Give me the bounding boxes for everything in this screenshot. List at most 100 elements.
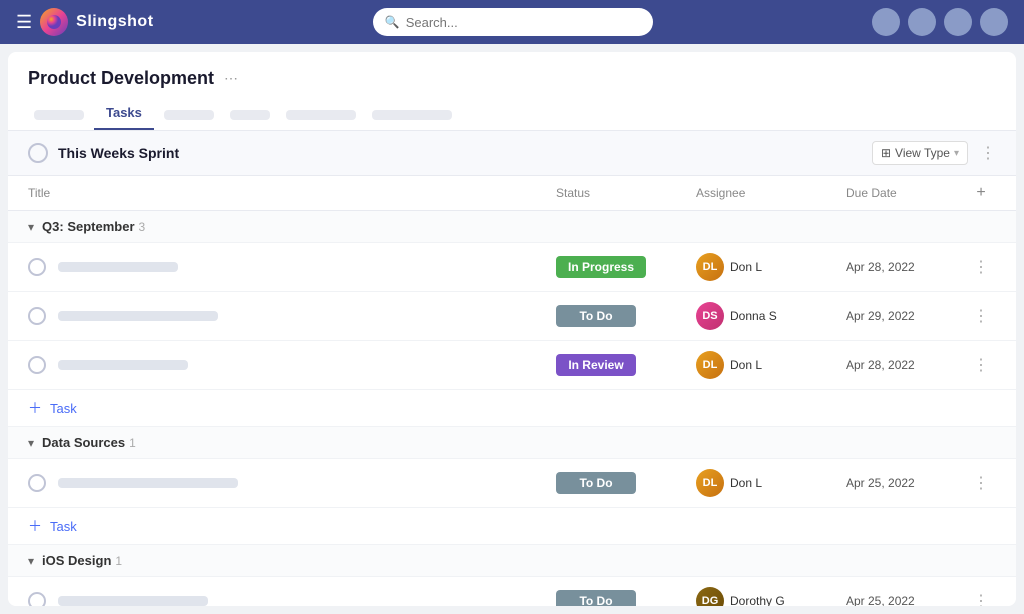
add-task-label: Task bbox=[50, 401, 77, 416]
due-date-cell: Apr 28, 2022 bbox=[846, 260, 966, 274]
task-title-area bbox=[58, 262, 556, 272]
due-date-cell: Apr 25, 2022 bbox=[846, 476, 966, 490]
task-checkbox[interactable] bbox=[28, 474, 46, 492]
avatar: DL bbox=[696, 351, 724, 379]
task-checkbox[interactable] bbox=[28, 307, 46, 325]
status-badge: To Do bbox=[556, 590, 636, 606]
nav-avatar-2[interactable] bbox=[908, 8, 936, 36]
table-row: To Do DG Dorothy G Apr 25, 2022 ⋮ bbox=[8, 577, 1016, 606]
task-checkbox[interactable] bbox=[28, 356, 46, 374]
task-title-area bbox=[58, 360, 556, 370]
tab-placeholder-4 bbox=[286, 110, 356, 120]
task-title-placeholder bbox=[58, 596, 208, 606]
main-content: Product Development ⋯ Tasks This Weeks S… bbox=[8, 52, 1016, 606]
col-title-label: Title bbox=[28, 186, 50, 200]
assignee-cell: DL Don L bbox=[696, 253, 846, 281]
add-task-row-2[interactable]: ＋ Task bbox=[8, 508, 1016, 545]
topnav-right-icons bbox=[872, 8, 1008, 36]
row-actions: ⋮ bbox=[966, 306, 996, 326]
status-cell: To Do bbox=[556, 305, 696, 327]
add-column-button[interactable]: + bbox=[976, 184, 985, 202]
assignee-name: Don L bbox=[730, 260, 762, 274]
due-date-cell: Apr 28, 2022 bbox=[846, 358, 966, 372]
avatar: DS bbox=[696, 302, 724, 330]
task-title-area bbox=[58, 596, 556, 606]
row-more-icon[interactable]: ⋮ bbox=[973, 591, 989, 606]
task-title-placeholder bbox=[58, 262, 178, 272]
row-more-icon[interactable]: ⋮ bbox=[973, 257, 989, 277]
tab-tasks[interactable]: Tasks bbox=[94, 97, 154, 130]
tabs-bar: Tasks bbox=[8, 97, 1016, 131]
search-input[interactable] bbox=[406, 15, 641, 30]
assignee-cell: DS Donna S bbox=[696, 302, 846, 330]
nav-avatar-4[interactable] bbox=[980, 8, 1008, 36]
task-checkbox[interactable] bbox=[28, 258, 46, 276]
status-badge: In Progress bbox=[556, 256, 646, 278]
search-icon: 🔍 bbox=[385, 15, 400, 29]
page-more-icon[interactable]: ⋯ bbox=[224, 70, 238, 87]
table-row: In Review DL Don L Apr 28, 2022 ⋮ bbox=[8, 341, 1016, 390]
add-task-label-2: Task bbox=[50, 519, 77, 534]
assignee-name: Don L bbox=[730, 476, 762, 490]
chevron-down-icon: ▾ bbox=[28, 220, 34, 234]
view-type-label: View Type bbox=[895, 146, 950, 160]
task-title-area bbox=[58, 311, 556, 321]
group-count-iosdesign: 1 bbox=[115, 554, 122, 568]
avatar: DG bbox=[696, 587, 724, 606]
assignee-cell: DG Dorothy G bbox=[696, 587, 846, 606]
group-row-q3[interactable]: ▾ Q3: September 3 bbox=[8, 211, 1016, 243]
sprint-title: This Weeks Sprint bbox=[58, 145, 872, 161]
tab-placeholder-3 bbox=[230, 110, 270, 120]
add-task-row[interactable]: ＋ Task bbox=[8, 390, 1016, 427]
row-actions: ⋮ bbox=[966, 473, 996, 493]
assignee-name: Donna S bbox=[730, 309, 777, 323]
view-type-button[interactable]: ⊞ View Type ▾ bbox=[872, 141, 968, 165]
group-count-datasources: 1 bbox=[129, 436, 136, 450]
group-count-q3: 3 bbox=[139, 220, 146, 234]
row-more-icon[interactable]: ⋮ bbox=[973, 355, 989, 375]
task-title-placeholder bbox=[58, 311, 218, 321]
task-title-area bbox=[58, 478, 556, 488]
row-more-icon[interactable]: ⋮ bbox=[973, 473, 989, 493]
status-badge: To Do bbox=[556, 472, 636, 494]
row-actions: ⋮ bbox=[966, 355, 996, 375]
status-cell: In Review bbox=[556, 354, 696, 376]
status-badge: In Review bbox=[556, 354, 636, 376]
sprint-circle-icon bbox=[28, 143, 48, 163]
group-row-iosdesign[interactable]: ▾ iOS Design 1 bbox=[8, 545, 1016, 577]
search-input-wrapper[interactable]: 🔍 bbox=[373, 8, 653, 36]
tab-placeholder-2 bbox=[164, 110, 214, 120]
row-actions: ⋮ bbox=[966, 591, 996, 606]
status-cell: In Progress bbox=[556, 256, 696, 278]
chevron-down-icon: ▾ bbox=[28, 436, 34, 450]
col-status-label: Status bbox=[556, 186, 590, 200]
col-duedate-label: Due Date bbox=[846, 186, 897, 200]
status-badge: To Do bbox=[556, 305, 636, 327]
app-logo bbox=[40, 8, 68, 36]
group-name-iosdesign: iOS Design bbox=[42, 553, 111, 568]
nav-avatar-1[interactable] bbox=[872, 8, 900, 36]
tab-placeholder-1 bbox=[34, 110, 84, 120]
sprint-more-icon[interactable]: ⋮ bbox=[980, 143, 996, 163]
nav-avatar-3[interactable] bbox=[944, 8, 972, 36]
avatar: DL bbox=[696, 253, 724, 281]
app-name-label: Slingshot bbox=[76, 13, 153, 31]
row-more-icon[interactable]: ⋮ bbox=[973, 306, 989, 326]
page-title: Product Development bbox=[28, 68, 214, 89]
row-actions: ⋮ bbox=[966, 257, 996, 277]
assignee-cell: DL Don L bbox=[696, 469, 846, 497]
due-date-cell: Apr 25, 2022 bbox=[846, 594, 966, 606]
assignee-cell: DL Don L bbox=[696, 351, 846, 379]
table-row: In Progress DL Don L Apr 28, 2022 ⋮ bbox=[8, 243, 1016, 292]
hamburger-icon[interactable]: ☰ bbox=[16, 12, 32, 33]
table-row: To Do DL Don L Apr 25, 2022 ⋮ bbox=[8, 459, 1016, 508]
col-assignee-label: Assignee bbox=[696, 186, 745, 200]
top-navigation: ☰ Slingshot 🔍 bbox=[0, 0, 1024, 44]
search-bar: 🔍 bbox=[166, 8, 860, 36]
task-title-placeholder bbox=[58, 478, 238, 488]
app-logo-area: ☰ Slingshot bbox=[16, 8, 154, 36]
sprint-header: This Weeks Sprint ⊞ View Type ▾ ⋮ bbox=[8, 131, 1016, 176]
table-row: To Do DS Donna S Apr 29, 2022 ⋮ bbox=[8, 292, 1016, 341]
group-row-datasources[interactable]: ▾ Data Sources 1 bbox=[8, 427, 1016, 459]
task-checkbox[interactable] bbox=[28, 592, 46, 606]
